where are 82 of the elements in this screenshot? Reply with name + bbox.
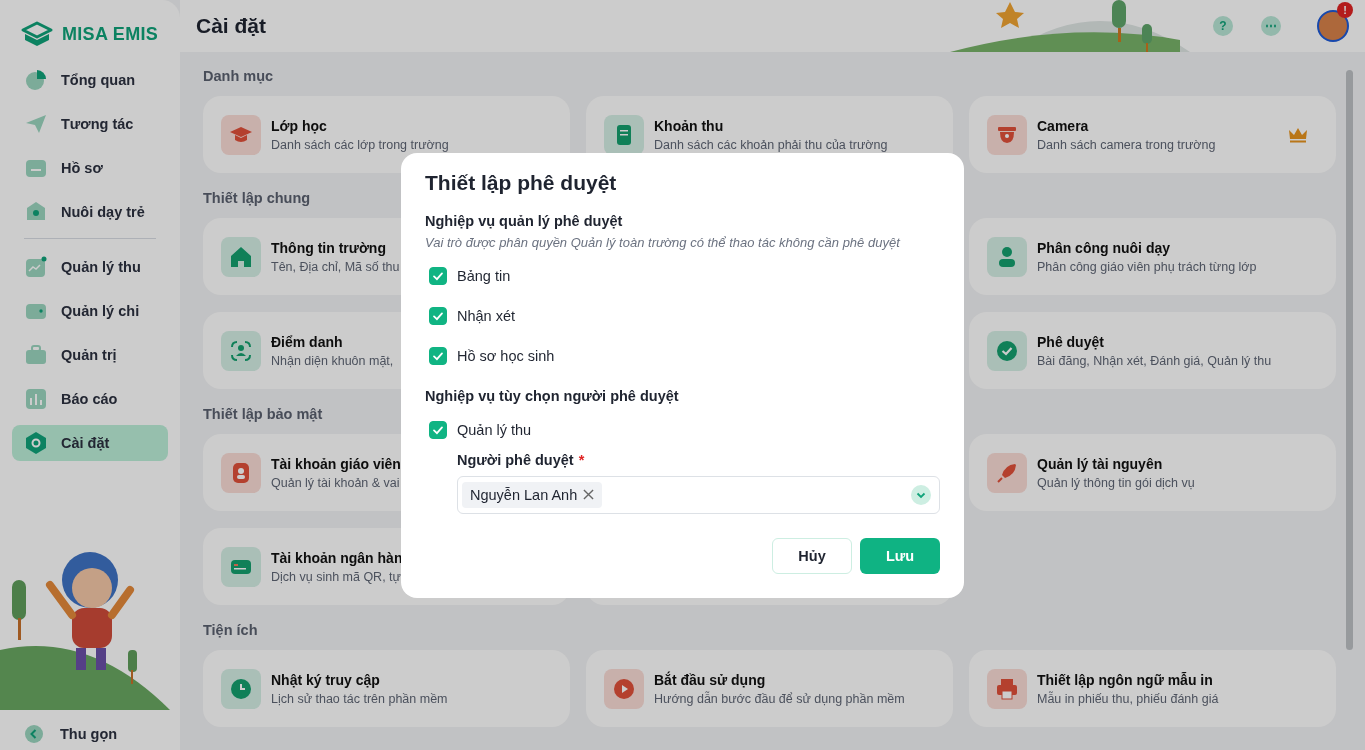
group-heading: Nghiệp vụ tùy chọn người phê duyệt — [425, 387, 680, 404]
card-title: Phê duyệt — [1037, 333, 1104, 350]
card-description: Danh sách các lớp trong trường — [271, 137, 449, 152]
sidebar-item[interactable]: Báo cáo — [12, 381, 168, 417]
hexagon-icon — [24, 431, 48, 455]
settings-card[interactable]: Nhật ký truy cập Lịch sử thao tác trên phần mềm — [203, 650, 570, 727]
approver-tag: Nguyễn Lan Anh — [462, 481, 603, 508]
checkbox[interactable] — [429, 420, 447, 439]
sidebar-item[interactable]: Hồ sơ — [12, 150, 168, 186]
card-title: Thiết lập ngôn ngữ mẫu in — [1037, 671, 1213, 688]
sidebar-item[interactable]: Quản lý chi — [12, 293, 168, 329]
dialog-title: Thiết lập phê duyệt — [425, 170, 618, 195]
settings-card[interactable]: Thiết lập ngôn ngữ mẫu in Mẫu in phiếu thu, phiếu đánh giá — [969, 650, 1336, 727]
checkbox[interactable] — [429, 266, 447, 285]
card-description: Quản lý thông tin gói dịch vụ — [1037, 475, 1195, 490]
graduation-cap-icon — [221, 114, 261, 155]
sidebar-item[interactable]: Cài đặt — [12, 425, 168, 461]
printer-icon — [987, 668, 1027, 709]
face-scan-icon — [221, 330, 261, 371]
alert-badge: ! — [1337, 2, 1353, 18]
chart-icon — [24, 255, 48, 279]
settings-card[interactable]: Camera Danh sách camera trong trường — [969, 96, 1336, 173]
checkbox[interactable] — [429, 306, 447, 325]
card-title: Phân công nuôi dạy — [1037, 239, 1170, 256]
page-title: Cài đặt — [196, 14, 266, 38]
collapse-button[interactable]: Thu gọn — [24, 724, 118, 744]
card-title: Quản lý tài nguyên — [1037, 455, 1163, 472]
avatar[interactable] — [1317, 10, 1349, 42]
camera-icon — [987, 114, 1027, 155]
checkbox-label: Bảng tin — [457, 267, 511, 284]
card-title: Bắt đầu sử dụng — [654, 671, 766, 688]
pie-chart-icon — [24, 68, 48, 92]
card-title: Nhật ký truy cập — [271, 671, 380, 688]
logo-text: MISA EMIS — [62, 23, 159, 45]
section-title: Thiết lập bảo mật — [203, 406, 324, 422]
card-description: Danh sách các khoản phải thu của trường — [654, 137, 888, 152]
card-description: Phân công giáo viên phụ trách từng lớp — [1037, 259, 1257, 274]
checkbox-label: Hồ sơ học sinh — [457, 347, 555, 364]
approver-select[interactable]: Nguyễn Lan Anh — [457, 475, 940, 514]
required-mark: * — [578, 451, 585, 468]
scrollbar[interactable] — [1346, 70, 1353, 650]
card-description: Quản lý tài khoản & vai — [271, 475, 400, 490]
section-title: Danh mục — [203, 68, 275, 84]
card-description: Dịch vụ sinh mã QR, tự — [271, 569, 401, 584]
settings-card[interactable]: Phân công nuôi dạy Phân công giáo viên phụ trách từng lớp — [969, 218, 1336, 295]
card-description: Tên, Địa chỉ, Mã số thu — [271, 259, 400, 274]
chevron-left-icon — [24, 724, 44, 744]
cancel-button[interactable]: Hủy — [772, 537, 852, 574]
card-title: Lớp học — [271, 117, 327, 134]
logo-icon — [20, 20, 54, 48]
card-description: Danh sách camera trong trường — [1037, 137, 1216, 152]
card-title: Thông tin trường — [271, 239, 386, 256]
clock-icon — [221, 668, 261, 709]
settings-card[interactable]: Phê duyệt Bài đăng, Nhận xét, Đánh giá, Quản lý thu — [969, 312, 1336, 389]
section-title: Thiết lập chung — [203, 190, 312, 206]
sidebar-item[interactable]: Quản trị — [12, 337, 168, 373]
close-icon[interactable] — [583, 489, 595, 500]
sidebar-item[interactable]: Tổng quan — [12, 62, 168, 98]
sidebar-item[interactable]: Quản lý thu — [12, 249, 168, 285]
id-badge-icon — [221, 452, 261, 493]
checkbox[interactable] — [429, 346, 447, 365]
card-title: Tài khoản giáo viên — [271, 455, 401, 472]
card-title: Khoản thu — [654, 117, 724, 134]
briefcase-icon — [24, 343, 48, 367]
card-title: Camera — [1037, 117, 1089, 134]
sidebar-item[interactable]: Nuôi dạy trẻ — [12, 194, 168, 230]
house-icon — [221, 236, 261, 277]
play-icon — [604, 668, 644, 709]
card-title: Điểm danh — [271, 333, 343, 350]
settings-card[interactable]: Quản lý tài nguyên Quản lý thông tin gói dịch vụ — [969, 434, 1336, 511]
settings-card[interactable]: Bắt đầu sử dụng Hướng dẫn bước đầu để sử dụng phần mềm — [586, 650, 953, 727]
chevron-down-icon[interactable] — [911, 484, 931, 505]
card-description: Lịch sử thao tác trên phần mềm — [271, 691, 448, 706]
sidebar-item[interactable]: Tương tác — [12, 106, 168, 142]
card-description: Hướng dẫn bước đầu để sử dụng phần mềm — [654, 691, 905, 706]
card-description: Mẫu in phiếu thu, phiếu đánh giá — [1037, 691, 1219, 706]
section-title: Tiện ích — [203, 622, 259, 638]
card-description: Bài đăng, Nhận xét, Đánh giá, Quản lý thu — [1037, 353, 1272, 368]
card-icon — [221, 546, 261, 587]
card-description: Nhận diện khuôn mặt, — [271, 353, 394, 368]
bar-chart-icon — [24, 387, 48, 411]
person-icon — [987, 236, 1027, 277]
